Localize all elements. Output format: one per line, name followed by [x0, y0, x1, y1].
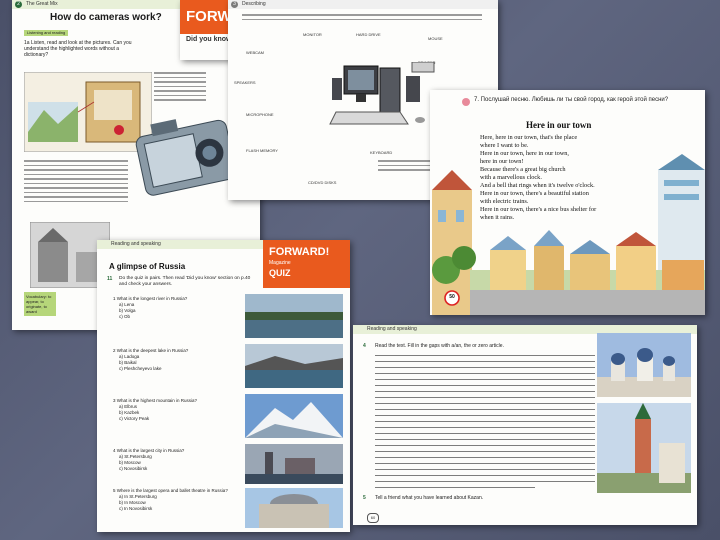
- page-quiz: Reading and speaking FORWARD! Magazine Q…: [97, 240, 350, 532]
- camera-text-right: [154, 72, 206, 104]
- question-option: c) Victory Peak: [119, 416, 150, 421]
- speed-limit-sign: 50: [449, 294, 455, 300]
- question-option: c) Novosibirsk: [119, 466, 148, 471]
- computer-intro-text: [242, 14, 482, 23]
- photo-city: [245, 444, 343, 484]
- kazan-task2: Tell a friend what you have learned abou…: [375, 495, 484, 501]
- camera-illustration: [135, 119, 237, 196]
- photo-river: [245, 294, 343, 338]
- label-microphone: MICROPHONE: [246, 112, 274, 117]
- quiz-banner-quiz: QUIZ: [269, 268, 291, 278]
- label-cd-dvd-disks: CD/DVD DISKS: [308, 180, 337, 185]
- quiz-task: Do the quiz in pairs. Then read 'Did you…: [119, 276, 251, 287]
- poem-line: Here, here in our town, that's the place: [480, 134, 578, 141]
- label-webcam: WEBCAM: [246, 50, 264, 55]
- quiz-question-1: 1 What is the longest river in Russia? a…: [113, 296, 249, 320]
- photo-kazan-tower: [597, 403, 691, 493]
- page-title: How do cameras work?: [50, 12, 162, 23]
- label-monitor: MONITOR: [303, 32, 322, 37]
- quiz-title: A glimpse of Russia: [109, 262, 186, 271]
- photo-mountain: [245, 394, 343, 438]
- label-mouse: MOUSE: [428, 36, 443, 41]
- unit-number-badge: 2: [15, 1, 22, 8]
- question-option: c) In Novosibirsk: [119, 506, 153, 511]
- quiz-forward-banner: FORWARD! Magazine QUIZ: [263, 240, 350, 288]
- computer-unit-badge: 3: [231, 1, 238, 8]
- label-hard-drive: HARD DRIVE: [356, 32, 381, 37]
- quiz-question-2: 2 What is the deepest lake in Russia? a)…: [113, 348, 249, 372]
- label-speakers: SPEAKERS: [234, 80, 256, 85]
- kazan-task-number: 4: [363, 343, 366, 349]
- quiz-banner-title: FORWARD!: [269, 246, 330, 258]
- vocabulary-box: Vocabulary: to appear, to originate, to …: [24, 292, 56, 316]
- did-you-know-label: Did you know: [186, 36, 232, 43]
- computer-header: 3 Describing: [228, 0, 498, 9]
- kazan-task: Read the text. Fill in the gaps with a/a…: [375, 343, 504, 349]
- question-option: c) Ob: [119, 314, 131, 319]
- page-town: 7. Послушай песню. Любишь ли ты свой гор…: [430, 90, 705, 315]
- page-number: 60: [367, 513, 379, 523]
- photo-kazan-kremlin: [597, 333, 691, 397]
- quiz-section-label: Reading and speaking: [111, 241, 161, 247]
- page-kazan: Reading and speaking 4 Read the text. Fi…: [353, 325, 697, 525]
- photo-lake: [245, 344, 343, 388]
- quiz-question-3: 3 What is the highest mountain in Russia…: [113, 398, 249, 422]
- quiz-task-number: 11: [107, 276, 113, 282]
- label-keyboard: KEYBOARD: [370, 150, 393, 155]
- town-illustration: [432, 154, 705, 315]
- section-label: Listening and reading: [24, 30, 69, 36]
- quiz-question-5: 5 Where is the largest opera and ballet …: [113, 488, 249, 512]
- poem-title: Here in our town: [526, 120, 592, 130]
- computer-illustration: [329, 62, 435, 125]
- camera-text-left: [24, 160, 128, 205]
- photo-opera-theatre: [245, 488, 343, 528]
- label-flash-memory: FLASH MEMORY: [246, 148, 278, 153]
- unit-tag: The Great Mix: [26, 1, 58, 7]
- exercise-icon: [462, 98, 470, 106]
- kazan-task2-number: 5: [363, 495, 366, 501]
- computer-section-label: Describing: [242, 1, 266, 7]
- song-task: 7. Послушай песню. Любишь ли ты свой гор…: [474, 97, 669, 103]
- task-text: 1a Listen, read and look at the pictures…: [24, 40, 132, 58]
- question-option: c) Pleshcheyevo lake: [119, 366, 162, 371]
- quiz-banner-sub: Magazine: [269, 260, 291, 266]
- poem-line: where I want to be.: [480, 142, 529, 149]
- kazan-section-label: Reading and speaking: [367, 326, 417, 332]
- quiz-question-4: 4 What is the largest city in Russia? a)…: [113, 448, 249, 472]
